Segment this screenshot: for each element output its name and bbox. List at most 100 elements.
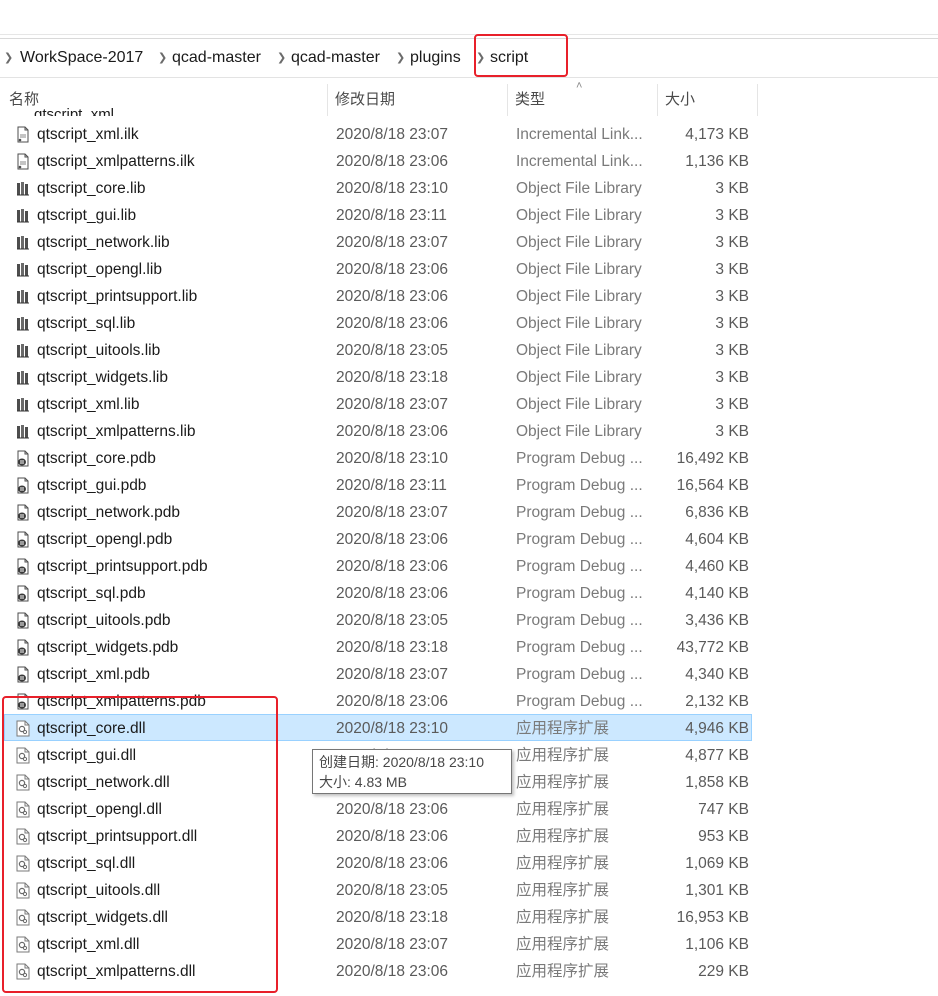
breadcrumb-workspace[interactable]: WorkSpace-2017 bbox=[20, 39, 143, 77]
file-size: 3 KB bbox=[715, 234, 749, 251]
file-type: Program Debug ... bbox=[516, 450, 643, 467]
file-type: Object File Library bbox=[516, 207, 642, 224]
file-size: 16,492 KB bbox=[676, 450, 749, 467]
file-size: 4,604 KB bbox=[685, 531, 749, 548]
file-type: 应用程序扩展 bbox=[516, 882, 610, 899]
column-divider[interactable] bbox=[507, 84, 508, 116]
breadcrumb-qcad-master-2[interactable]: qcad-master bbox=[291, 39, 380, 77]
chevron-right-icon[interactable]: ❯ bbox=[396, 39, 405, 77]
file-type: Object File Library bbox=[516, 342, 642, 359]
column-divider[interactable] bbox=[327, 84, 328, 116]
file-date: 2020/8/18 23:05 bbox=[336, 612, 449, 629]
file-date: 2020/8/18 23:10 bbox=[336, 450, 449, 467]
file-row[interactable]: qtscript_gui.lib 2020/8/18 23:11 Object Fi… bbox=[4, 201, 752, 228]
file-row[interactable]: qtscript_widgets.pdb 2020/8/18 23:18 Progr… bbox=[4, 633, 752, 660]
breadcrumb-plugins[interactable]: plugins bbox=[410, 39, 461, 77]
file-name: qtscript_xml.lib bbox=[37, 396, 140, 413]
file-row[interactable]: qtscript_gui.pdb 2020/8/18 23:11 Program D… bbox=[4, 471, 752, 498]
ilk-file-icon bbox=[15, 153, 31, 170]
file-date: 2020/8/18 23:05 bbox=[336, 882, 449, 899]
annotation-box-dll bbox=[2, 696, 278, 993]
file-row[interactable]: qtscript_opengl.pdb 2020/8/18 23:06 Progra… bbox=[4, 525, 752, 552]
file-row[interactable]: qtscript_sql.pdb 2020/8/18 23:06 Program D… bbox=[4, 579, 752, 606]
file-name: qtscript_printsupport.lib bbox=[37, 288, 198, 305]
file-row[interactable]: qtscript_printsupport.pdb 2020/8/18 23:06… bbox=[4, 552, 752, 579]
column-divider[interactable] bbox=[657, 84, 658, 116]
file-type: 应用程序扩展 bbox=[516, 747, 610, 764]
file-name: qtscript_printsupport.pdb bbox=[37, 558, 208, 575]
file-row[interactable]: qtscript_network.pdb 2020/8/18 23:07 Progr… bbox=[4, 498, 752, 525]
column-size[interactable]: 大小 bbox=[665, 84, 695, 116]
chevron-right-icon[interactable]: ❯ bbox=[158, 39, 167, 77]
file-size: 3 KB bbox=[715, 315, 749, 332]
file-row[interactable]: qtscript_uitools.pdb 2020/8/18 23:05 Progr… bbox=[4, 606, 752, 633]
annotation-box-script bbox=[474, 34, 568, 77]
file-row[interactable]: qtscript_xmlpatterns.ilk 2020/8/18 23:06 I… bbox=[4, 147, 752, 174]
file-size: 6,836 KB bbox=[685, 504, 749, 521]
file-size: 43,772 KB bbox=[676, 639, 749, 656]
window-top-strip bbox=[0, 0, 938, 35]
file-row[interactable]: qtscript_xml.ilk 2020/8/18 23:07 Increment… bbox=[4, 120, 752, 147]
file-size: 3 KB bbox=[715, 369, 749, 386]
column-divider[interactable] bbox=[757, 84, 758, 116]
lib-file-icon bbox=[15, 342, 31, 359]
file-type: Object File Library bbox=[516, 396, 642, 413]
file-row[interactable]: qtscript_printsupport.lib 2020/8/18 23:06… bbox=[4, 282, 752, 309]
address-bar[interactable]: ❯ WorkSpace-2017 ❯ qcad-master ❯ qcad-ma… bbox=[0, 38, 938, 78]
file-date: 2020/8/18 23:06 bbox=[336, 261, 449, 278]
file-type: Object File Library bbox=[516, 369, 642, 386]
file-row[interactable]: qtscript_xml.lib 2020/8/18 23:07 Object Fi… bbox=[4, 390, 752, 417]
file-type: Object File Library bbox=[516, 288, 642, 305]
file-name: qtscript_sql.pdb bbox=[37, 585, 146, 602]
file-size: 953 KB bbox=[698, 828, 749, 845]
file-type: 应用程序扩展 bbox=[516, 720, 610, 737]
file-size: 3 KB bbox=[715, 396, 749, 413]
file-date: 2020/8/18 23:06 bbox=[336, 801, 449, 818]
lib-file-icon bbox=[15, 261, 31, 278]
file-row[interactable]: qtscript_xml.pdb 2020/8/18 23:07 Program D… bbox=[4, 660, 752, 687]
file-row[interactable]: qtscript_uitools.lib 2020/8/18 23:05 Objec… bbox=[4, 336, 752, 363]
breadcrumb-qcad-master[interactable]: qcad-master bbox=[172, 39, 261, 77]
file-name: qtscript_widgets.lib bbox=[37, 369, 168, 386]
pdb-file-icon bbox=[15, 585, 31, 602]
file-date: 2020/8/18 23:07 bbox=[336, 126, 449, 143]
file-tooltip: 创建日期: 2020/8/18 23:10 大小: 4.83 MB bbox=[312, 749, 512, 794]
file-size: 4,946 KB bbox=[685, 720, 749, 737]
file-date: 2020/8/18 23:11 bbox=[336, 207, 447, 224]
file-size: 3,436 KB bbox=[685, 612, 749, 629]
file-name: qtscript_uitools.pdb bbox=[37, 612, 171, 629]
file-row[interactable]: qtscript_core.pdb 2020/8/18 23:10 Program … bbox=[4, 444, 752, 471]
pdb-file-icon bbox=[15, 612, 31, 629]
tooltip-size: 大小: 4.83 MB bbox=[319, 774, 407, 790]
file-type: Object File Library bbox=[516, 234, 642, 251]
file-row[interactable]: qtscript_network.lib 2020/8/18 23:07 Objec… bbox=[4, 228, 752, 255]
file-type: Object File Library bbox=[516, 315, 642, 332]
file-date: 2020/8/18 23:11 bbox=[336, 477, 447, 494]
file-name: qtscript_xml.ilk bbox=[37, 126, 139, 143]
file-name: qtscript_gui.lib bbox=[37, 207, 137, 224]
lib-file-icon bbox=[15, 180, 31, 197]
file-name: qtscript_core.lib bbox=[37, 180, 146, 197]
pdb-file-icon bbox=[15, 639, 31, 656]
file-date: 2020/8/18 23:07 bbox=[336, 234, 449, 251]
file-type: Program Debug ... bbox=[516, 531, 643, 548]
file-row[interactable]: qtscript_xmlpatterns.lib 2020/8/18 23:06 O… bbox=[4, 417, 752, 444]
column-date[interactable]: 修改日期 bbox=[335, 84, 395, 116]
file-name: qtscript_uitools.lib bbox=[37, 342, 161, 359]
file-row[interactable]: qtscript_widgets.lib 2020/8/18 23:18 Objec… bbox=[4, 363, 752, 390]
file-row[interactable]: qtscript_core.lib 2020/8/18 23:10 Object F… bbox=[4, 174, 752, 201]
file-size: 4,460 KB bbox=[685, 558, 749, 575]
file-row[interactable]: qtscript_sql.lib 2020/8/18 23:06 Object Fi… bbox=[4, 309, 752, 336]
ilk-file-icon bbox=[15, 126, 31, 143]
file-row[interactable]: qtscript_opengl.lib 2020/8/18 23:06 Object… bbox=[4, 255, 752, 282]
chevron-right-icon: ❯ bbox=[4, 52, 14, 64]
file-date: 2020/8/18 23:05 bbox=[336, 342, 449, 359]
file-type: Program Debug ... bbox=[516, 639, 643, 656]
file-type: Program Debug ... bbox=[516, 585, 643, 602]
file-size: 3 KB bbox=[715, 180, 749, 197]
column-type[interactable]: 类型 bbox=[515, 84, 545, 116]
file-name: qtscript_opengl.pdb bbox=[37, 531, 173, 548]
pdb-file-icon bbox=[15, 666, 31, 683]
file-type: 应用程序扩展 bbox=[516, 855, 610, 872]
chevron-right-icon[interactable]: ❯ bbox=[277, 39, 286, 77]
